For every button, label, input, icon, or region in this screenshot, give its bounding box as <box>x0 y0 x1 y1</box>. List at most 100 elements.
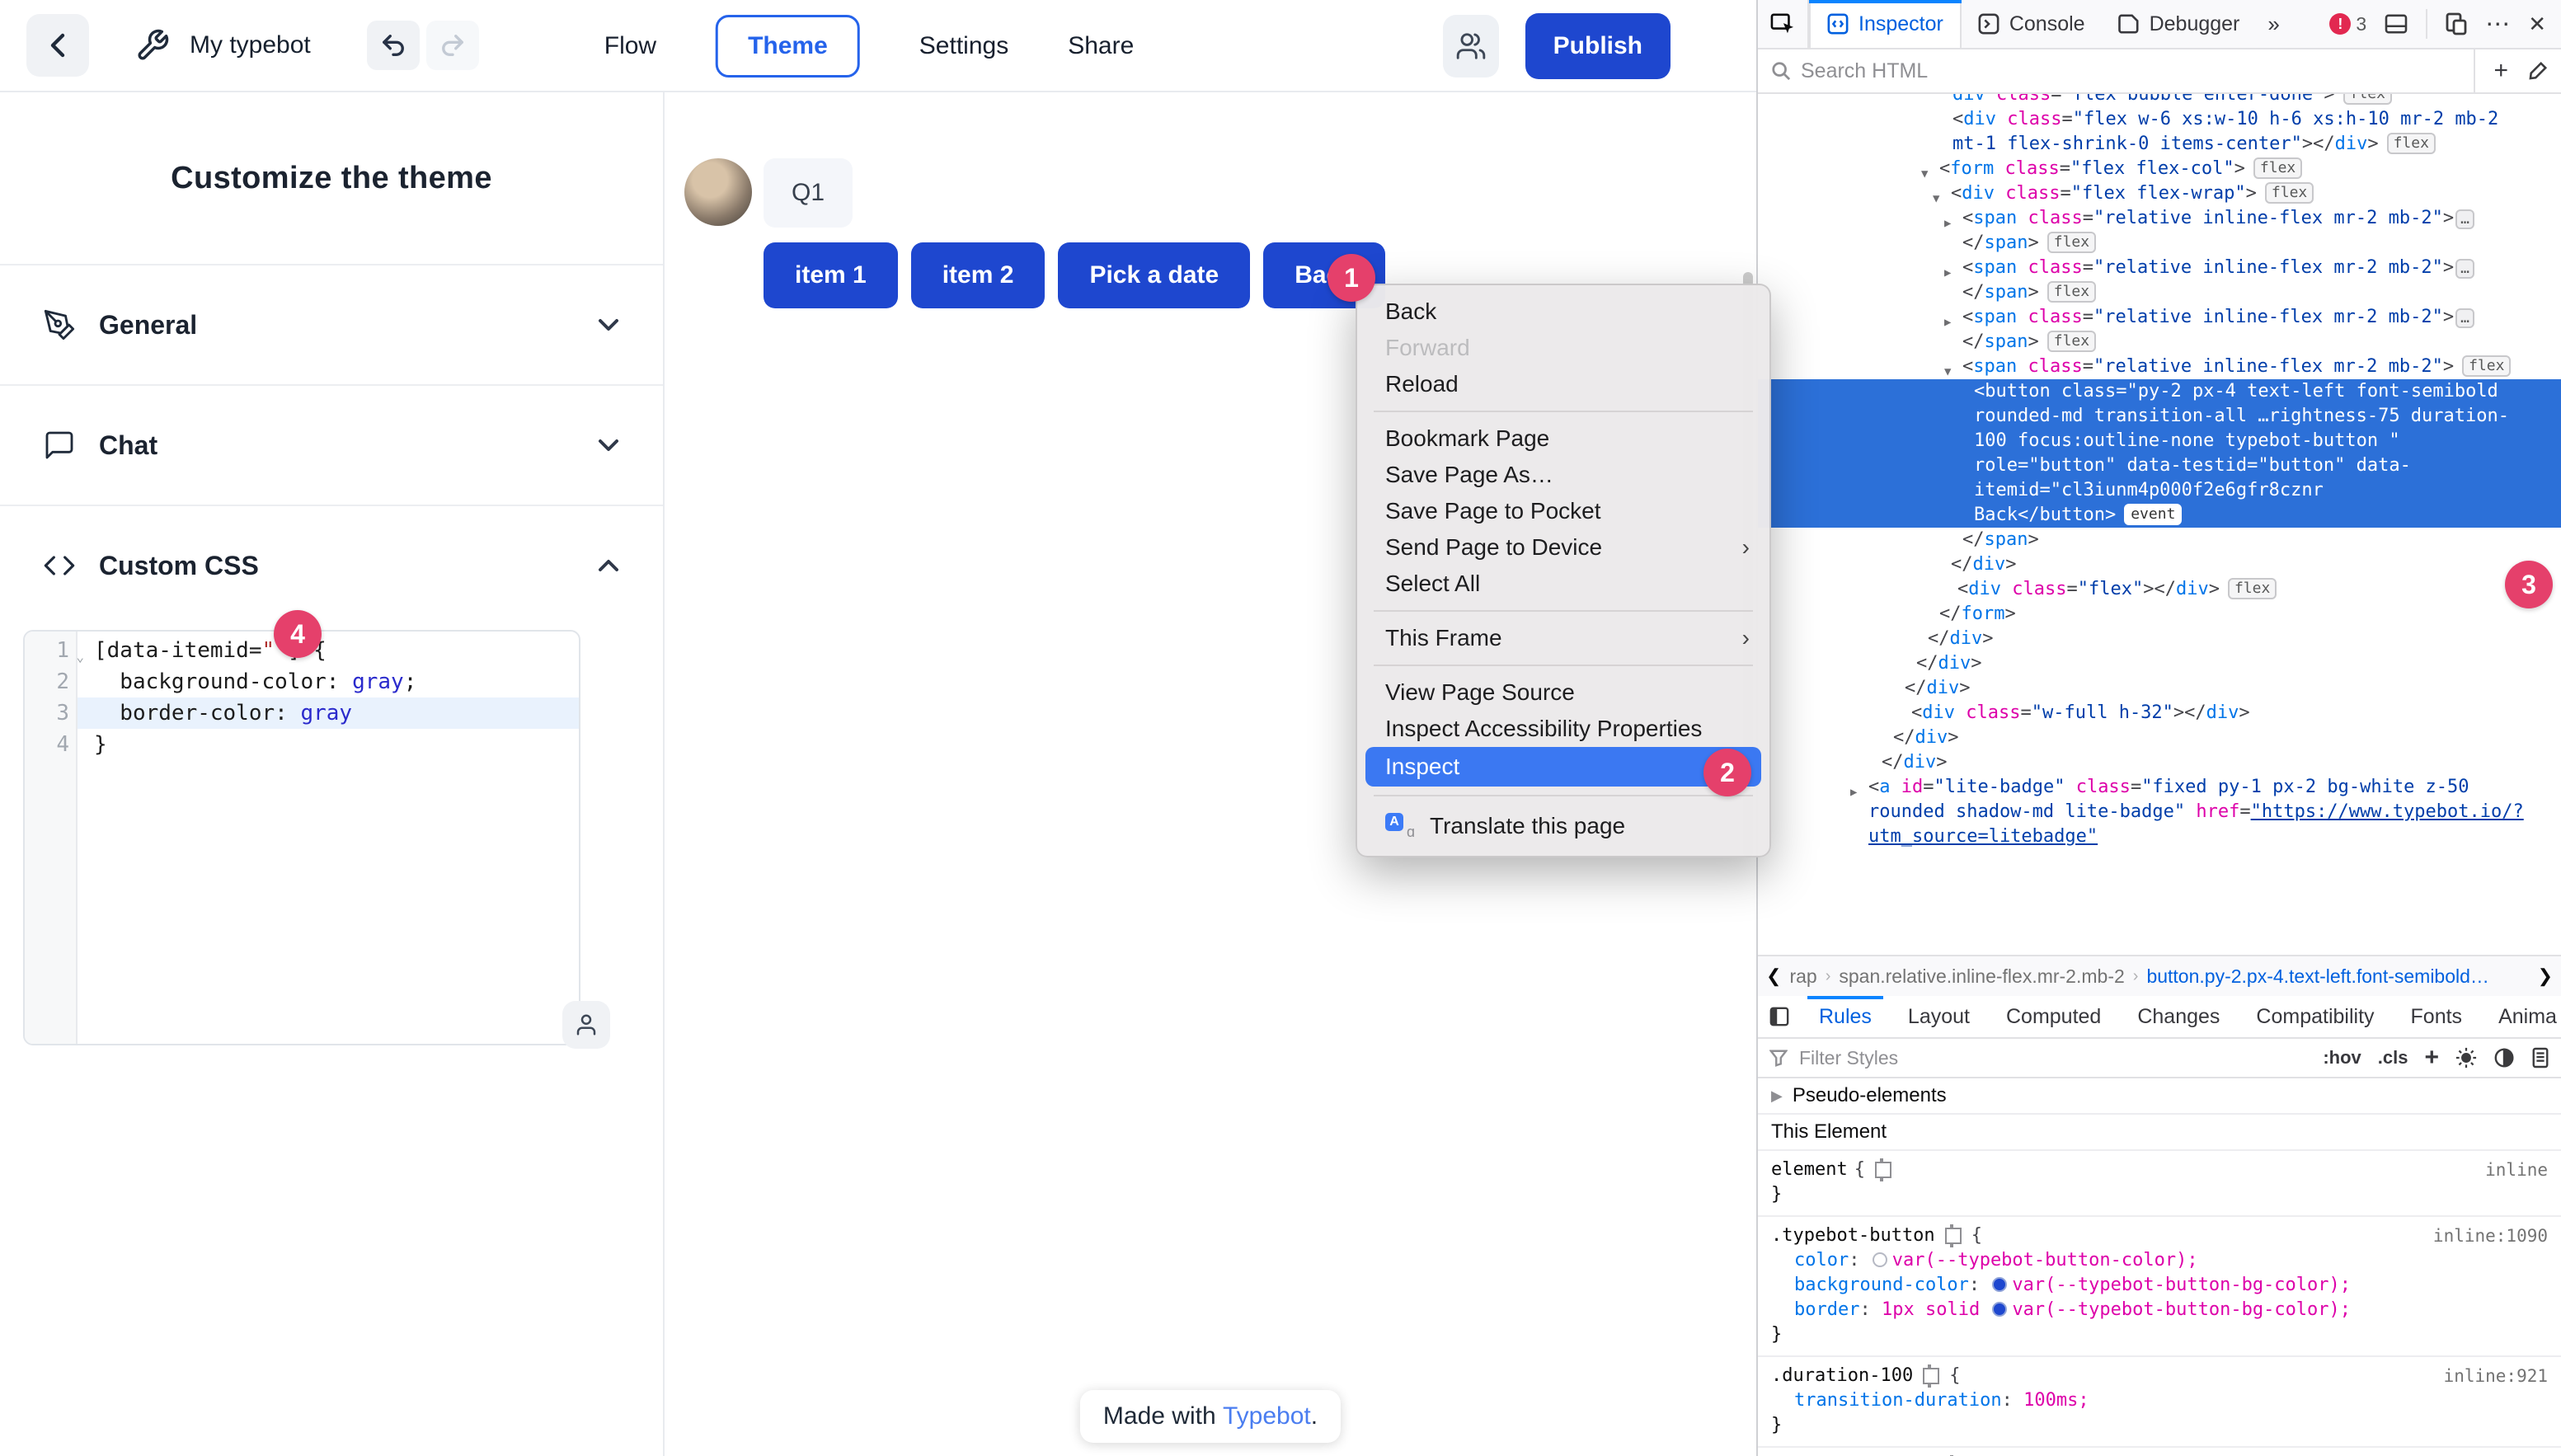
rule-selector[interactable]: .duration-100 <box>1771 1364 1913 1388</box>
sidebar-tab-layout[interactable]: Layout <box>1890 996 1988 1037</box>
markup-node[interactable]: ▶<span class="relative inline-flex mr-2 … <box>1758 256 2561 305</box>
markup-node[interactable]: </div> <box>1758 676 2561 701</box>
chat-button-pick-a-date[interactable]: Pick a date <box>1058 242 1250 308</box>
chat-button-item-2[interactable]: item 2 <box>911 242 1046 308</box>
code-line[interactable]: [data-itemid=""] { <box>78 635 579 666</box>
tab-settings[interactable]: Settings <box>919 32 1008 60</box>
tab-share[interactable]: Share <box>1068 32 1134 60</box>
markup-node[interactable]: </div> <box>1758 726 2561 750</box>
markup-node[interactable]: </div> <box>1758 552 2561 577</box>
markup-node[interactable]: </span> <box>1758 528 2561 552</box>
pick-element-button[interactable] <box>1758 0 1809 48</box>
sidebar-tab-fonts[interactable]: Fonts <box>2393 996 2481 1037</box>
color-swatch[interactable] <box>1873 1252 1887 1267</box>
code-line-active[interactable]: border-color: gray <box>78 697 579 729</box>
rule-settings-icon[interactable] <box>1923 1368 1939 1384</box>
print-media-icon[interactable] <box>2531 1047 2549 1069</box>
menu-item-back[interactable]: Back <box>1357 294 1769 330</box>
twisty-right-icon[interactable]: ▶ <box>1944 310 1951 335</box>
breadcrumb-scroll-right-icon[interactable]: ❯ <box>2538 965 2553 987</box>
rule-source-link[interactable]: inline:1090 <box>2433 1224 2548 1248</box>
sidebar-tab-compatibility[interactable]: Compatibility <box>2238 996 2392 1037</box>
section-general[interactable]: General <box>0 264 663 384</box>
markup-node[interactable]: <div class="flex"></div>flex <box>1758 577 2561 602</box>
css-declaration[interactable]: color: var(--typebot-button-color); <box>1771 1248 2548 1273</box>
tab-theme[interactable]: Theme <box>716 15 860 77</box>
wrench-icon[interactable] <box>135 28 170 63</box>
avatar-preview-button[interactable] <box>562 1001 610 1049</box>
sidebar-tab-changes[interactable]: Changes <box>2119 996 2238 1037</box>
markup-node[interactable]: </div> <box>1758 750 2561 775</box>
more-tabs-button[interactable]: » <box>2256 0 2289 48</box>
tab-console[interactable]: Console <box>1962 0 2102 48</box>
markup-node[interactable]: ▼<form class="flex flex-col">flex <box>1758 157 2561 181</box>
pseudo-elements-row[interactable]: ▶ Pseudo-elements <box>1758 1078 2561 1115</box>
chat-button-item-1[interactable]: item 1 <box>764 242 898 308</box>
error-count-button[interactable]: !3 <box>2329 13 2366 35</box>
markup-node[interactable]: ▼<span class="relative inline-flex mr-2 … <box>1758 355 2561 379</box>
color-scheme-icon[interactable] <box>2493 1047 2515 1069</box>
breadcrumb-item[interactable]: span.relative.inline-flex.mr-2.mb-2 <box>1839 965 2124 988</box>
rule-selector[interactable]: element <box>1771 1158 1848 1182</box>
menu-item-select-all[interactable]: Select All <box>1357 566 1769 602</box>
menu-item-view-page-source[interactable]: View Page Source <box>1357 674 1769 711</box>
tab-inspector[interactable]: Inspector <box>1809 0 1962 48</box>
menu-item-inspect-accessibility-properties[interactable]: Inspect Accessibility Properties <box>1357 711 1769 747</box>
markup-node[interactable]: <div class="flex w-6 xs:w-10 h-6 xs:h-10… <box>1758 107 2561 157</box>
made-with-badge[interactable]: Made with Typebot. <box>1080 1390 1341 1443</box>
markup-node[interactable]: ▶<span class="relative inline-flex mr-2 … <box>1758 206 2561 256</box>
fold-arrow-icon[interactable]: ⌄ <box>76 641 84 673</box>
tab-debugger[interactable]: Debugger <box>2102 0 2257 48</box>
menu-item-bookmark-page[interactable]: Bookmark Page <box>1357 420 1769 457</box>
sidebar-toggle-button[interactable] <box>1758 1007 1801 1026</box>
css-code-editor[interactable]: 1⌄ 2 3 4 [data-itemid=""] { background-c… <box>23 630 580 1045</box>
menu-item-forward[interactable]: Forward <box>1357 330 1769 366</box>
editor-code[interactable]: [data-itemid=""] { background-color: gra… <box>78 632 579 1044</box>
markup-node[interactable]: ▶<a id="lite-badge" class="fixed py-1 px… <box>1758 775 2561 849</box>
menu-item-translate-this-page[interactable]: AɑTranslate this page <box>1357 805 1769 848</box>
css-declaration[interactable]: transition-duration: 100ms; <box>1771 1388 2548 1413</box>
tab-flow[interactable]: Flow <box>604 32 656 60</box>
rule-source-link[interactable]: inline <box>2485 1158 2548 1182</box>
hover-state-button[interactable]: :hov <box>2323 1047 2361 1069</box>
filter-styles-bar[interactable]: Filter Styles :hov .cls + <box>1758 1039 2561 1078</box>
menu-item-save-page-to-pocket[interactable]: Save Page to Pocket <box>1357 493 1769 529</box>
css-declaration[interactable]: background-color: var(--typebot-button-b… <box>1771 1273 2548 1298</box>
search-html-bar[interactable]: Search HTML + <box>1758 49 2561 94</box>
menu-item-save-page-as[interactable]: Save Page As… <box>1357 457 1769 493</box>
split-console-icon[interactable] <box>2385 14 2408 34</box>
code-line[interactable]: } <box>78 729 579 760</box>
section-chat[interactable]: Chat <box>0 384 663 505</box>
redo-button[interactable] <box>426 21 479 70</box>
collaborators-button[interactable] <box>1443 15 1499 77</box>
rule-settings-icon[interactable] <box>1875 1162 1891 1178</box>
add-node-icon[interactable]: + <box>2493 57 2508 85</box>
responsive-mode-icon[interactable] <box>2446 12 2467 35</box>
close-devtools-icon[interactable]: ✕ <box>2528 12 2546 37</box>
markup-node[interactable]: </div> <box>1758 627 2561 651</box>
rule-source-link[interactable]: inline:921 <box>2444 1364 2548 1388</box>
sidebar-tab-rules[interactable]: Rules <box>1801 996 1890 1037</box>
markup-node[interactable]: ▶<span class="relative inline-flex mr-2 … <box>1758 305 2561 355</box>
code-line[interactable]: background-color: gray; <box>78 666 579 697</box>
markup-node-selected[interactable]: <button class="py-2 px-4 text-left font-… <box>1758 379 2561 528</box>
devtools-menu-icon[interactable]: ⋯ <box>2485 10 2510 39</box>
color-swatch[interactable] <box>1992 1302 2007 1317</box>
light-theme-icon[interactable] <box>2455 1047 2477 1069</box>
markup-node[interactable]: ▼<div class="flex flex-wrap">flex <box>1758 181 2561 206</box>
breadcrumb-scroll-left-icon[interactable]: ❮ <box>1766 965 1781 987</box>
bot-name[interactable]: My typebot <box>190 31 311 59</box>
breadcrumb-item[interactable]: button.py-2.px-4.text-left.font-semibold… <box>2146 965 2488 988</box>
menu-item-this-frame[interactable]: This Frame› <box>1357 620 1769 656</box>
sidebar-tab-computed[interactable]: Computed <box>1988 996 2119 1037</box>
breadcrumb-item[interactable]: rap <box>1789 965 1816 988</box>
class-toggle-button[interactable]: .cls <box>2378 1047 2408 1069</box>
typebot-link[interactable]: Typebot <box>1223 1402 1311 1430</box>
twisty-right-icon[interactable]: ▶ <box>1944 261 1951 285</box>
markup-node[interactable]: </form> <box>1758 602 2561 627</box>
color-swatch[interactable] <box>1992 1277 2007 1292</box>
publish-button[interactable]: Publish <box>1525 13 1671 79</box>
eyedropper-icon[interactable] <box>2528 61 2548 81</box>
back-button[interactable] <box>26 14 89 77</box>
menu-item-inspect[interactable]: Inspect <box>1365 747 1761 787</box>
